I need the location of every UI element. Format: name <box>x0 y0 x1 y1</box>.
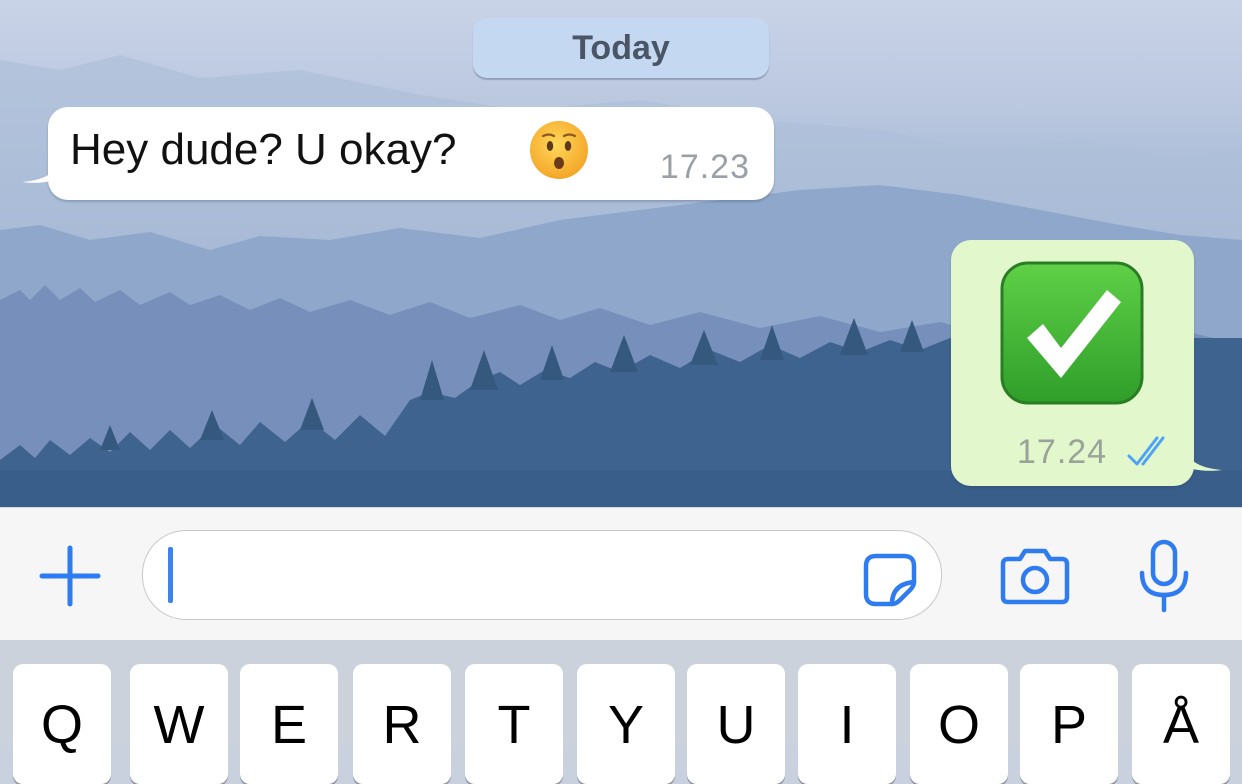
key-t[interactable]: T <box>465 664 563 784</box>
key-p[interactable]: P <box>1020 664 1118 784</box>
plus-icon <box>39 545 101 607</box>
message-time: 17.24 <box>1017 433 1108 471</box>
key-r[interactable]: R <box>353 664 451 784</box>
microphone-icon <box>1139 539 1189 613</box>
message-input-bar <box>0 507 1242 641</box>
incoming-message-bubble[interactable]: Hey dude? U okay? 17.23 <box>22 107 774 200</box>
message-input[interactable] <box>142 530 942 620</box>
key-i[interactable]: I <box>798 664 896 784</box>
check-mark-button-icon <box>1000 261 1144 405</box>
date-separator: Today <box>473 18 769 78</box>
chat-area[interactable]: Today Hey dude? U okay? 17.23 17.24 <box>0 0 1242 507</box>
key-e[interactable]: E <box>240 664 338 784</box>
read-receipt-icon <box>1127 436 1165 466</box>
key-a-ring[interactable]: Å <box>1132 664 1230 784</box>
camera-icon <box>1000 548 1070 605</box>
attach-button[interactable] <box>36 542 104 610</box>
sticker-button[interactable] <box>862 552 918 608</box>
message-time: 17.23 <box>659 148 750 186</box>
key-y[interactable]: Y <box>577 664 675 784</box>
microphone-button[interactable] <box>1136 539 1192 613</box>
key-w[interactable]: W <box>130 664 228 784</box>
message-text: Hey dude? U okay? <box>70 125 457 174</box>
keyboard: Q W E R T Y U I O P Å <box>0 640 1242 784</box>
bubble-tail <box>22 158 62 183</box>
outgoing-message-bubble[interactable]: 17.24 <box>951 240 1222 486</box>
key-o[interactable]: O <box>910 664 1008 784</box>
key-q[interactable]: Q <box>13 664 111 784</box>
hushed-face-icon <box>530 121 588 179</box>
sticker-icon <box>863 553 917 607</box>
text-cursor <box>168 547 173 603</box>
bubble-tail <box>1182 444 1222 471</box>
key-u[interactable]: U <box>687 664 785 784</box>
camera-button[interactable] <box>1000 548 1070 605</box>
